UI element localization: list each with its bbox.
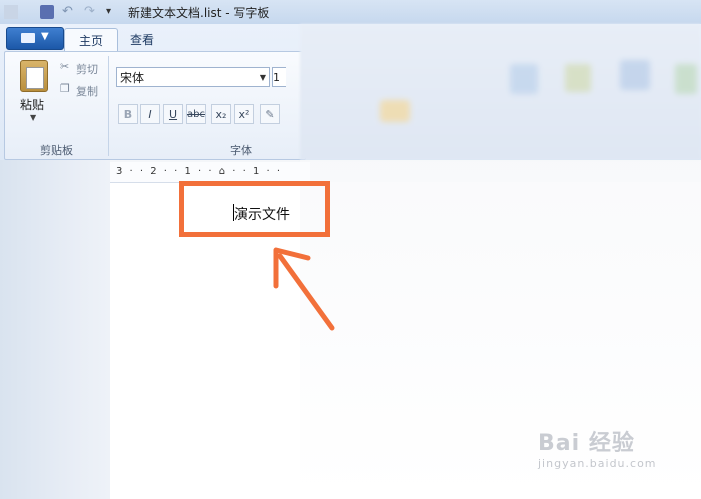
watermark-logo: Bai 经验: [538, 431, 635, 456]
title-bar: ↶ ↷ ▾ 新建文本文档.list - 写字板: [0, 0, 701, 25]
watermark-url: jingyan.baidu.com: [538, 457, 657, 470]
subscript-button[interactable]: x₂: [211, 104, 231, 124]
window-title: 新建文本文档.list - 写字板: [128, 6, 270, 20]
font-family-value: 宋体: [120, 71, 145, 85]
tab-view[interactable]: 查看: [116, 28, 168, 52]
highlight-box: [179, 181, 330, 237]
save-icon[interactable]: [40, 5, 54, 19]
redo-icon[interactable]: ↷: [84, 5, 98, 19]
file-menu-icon: [21, 33, 35, 43]
italic-button[interactable]: I: [140, 104, 160, 124]
highlight-pen-icon[interactable]: ✎: [260, 104, 280, 124]
horizontal-ruler[interactable]: 3 · · 2 · · 1 · · ⌂ · · 1 · ·: [110, 162, 310, 183]
clipboard-group-label: 剪贴板: [40, 144, 73, 157]
strikethrough-button[interactable]: abc: [186, 104, 206, 124]
copy-button[interactable]: 复制: [76, 83, 98, 99]
paste-button[interactable]: 粘贴: [20, 96, 44, 113]
superscript-button[interactable]: x²: [234, 104, 254, 124]
font-size-select[interactable]: 1: [272, 67, 286, 87]
cut-icon: ✂: [60, 60, 70, 73]
left-margin-pane: [0, 160, 110, 499]
font-group-label: 字体: [230, 144, 252, 157]
watermark: Bai 经验 jingyan.baidu.com: [538, 425, 657, 470]
chevron-down-icon: ▼: [41, 31, 49, 42]
file-menu-button[interactable]: ▼: [6, 27, 64, 50]
underline-button[interactable]: U: [163, 104, 183, 124]
clipboard-icon[interactable]: [20, 60, 48, 92]
ruler-ticks: 3 · · 2 · · 1 · · ⌂ · · 1 · ·: [116, 166, 283, 177]
chevron-down-icon: ▼: [259, 73, 266, 82]
undo-icon[interactable]: ↶: [62, 5, 76, 19]
customize-toolbar-icon[interactable]: ▾: [106, 5, 120, 19]
app-icon: [4, 5, 18, 19]
ribbon-blurred-region: [300, 24, 701, 160]
font-family-select[interactable]: 宋体 ▼: [116, 67, 270, 87]
tab-home[interactable]: 主页: [64, 28, 119, 53]
arrow-annotation: [273, 247, 335, 331]
group-divider: [108, 56, 109, 156]
paste-dropdown-icon[interactable]: ▼: [30, 113, 36, 122]
cut-button[interactable]: 剪切: [76, 61, 98, 77]
copy-icon: ❐: [60, 82, 70, 95]
bold-button[interactable]: B: [118, 104, 138, 124]
